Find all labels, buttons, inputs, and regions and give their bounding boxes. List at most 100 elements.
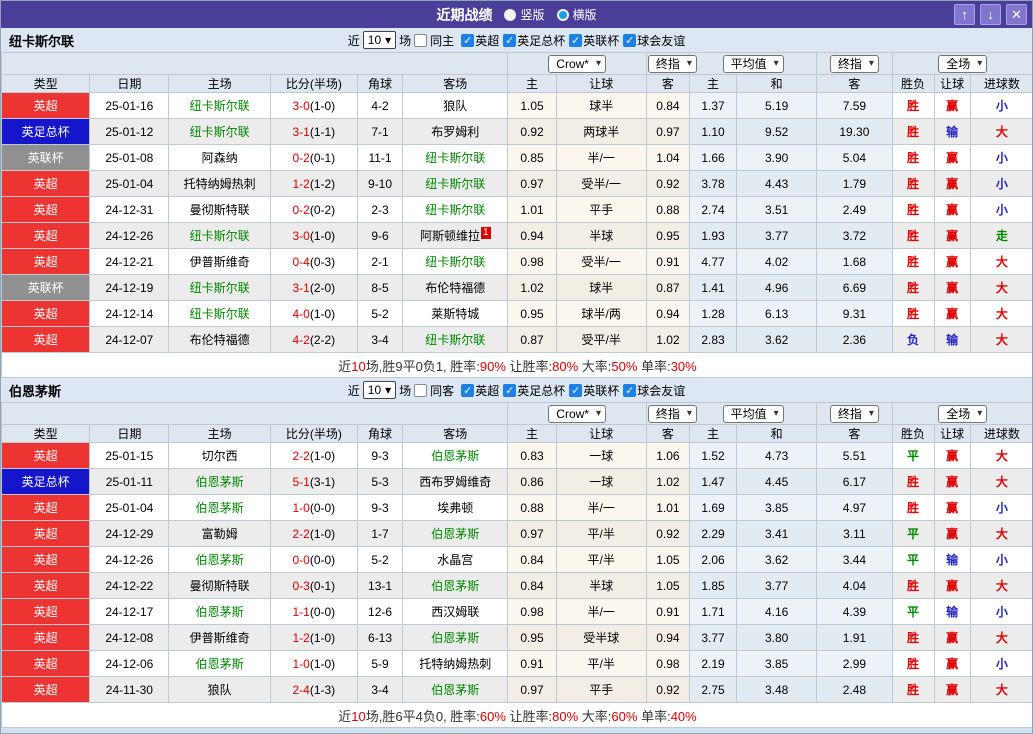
league-checkbox[interactable]: ✓ [623,34,636,47]
handicap-result: 赢 [934,275,970,301]
col-away: 客场 [403,425,508,443]
chevron-down-icon: ▾ [869,58,874,69]
bookmaker-select[interactable]: Crow*▾ [548,55,606,73]
halftime-score: (1-0) [310,657,335,671]
games-label: 场 [399,32,411,49]
fulltime-score: 2-2 [293,527,310,541]
asia-handicap: 平手 [556,677,646,703]
same-away-checkbox[interactable] [414,384,427,397]
euro-home-odds: 2.06 [689,547,736,573]
layout-horizontal-radio[interactable]: 横版 [557,6,597,23]
titlebar: 近期战绩 竖版 横版 ↑ ↓ ✕ [1,1,1032,28]
goals-result: 小 [970,547,1033,573]
goals-result: 小 [970,599,1033,625]
euro-away-odds: 9.31 [817,301,892,327]
goals-result: 小 [970,93,1033,119]
summary-segment: 让胜率: [506,709,552,724]
asia-away-odds: 0.87 [646,275,689,301]
close-button[interactable]: ✕ [1006,4,1027,25]
match-count-select[interactable]: 10 ▾ [363,381,396,399]
corner-score: 5-2 [357,301,402,327]
bookmaker-select[interactable]: Crow*▾ [548,405,606,423]
section-newcastle: 纽卡斯尔联 近 10 ▾ 场 同主 ✓英超✓英足总杯✓英联杯✓球会友谊 [1,28,1032,378]
euro-draw-odds: 3.62 [737,327,817,353]
euro-away-odds: 5.04 [817,145,892,171]
league-checkbox[interactable]: ✓ [503,34,516,47]
league-type-badge: 英超 [2,651,90,677]
euro-draw-odds: 3.85 [737,651,817,677]
away-team: 伯恩茅斯 [403,573,508,599]
asia-away-odds: 0.94 [646,301,689,327]
fulltime-score: 5-1 [293,475,310,489]
score: 3-1(2-0) [270,275,357,301]
match-row: 英超24-12-22曼彻斯特联0-3(0-1)13-1伯恩茅斯0.84半球1.0… [2,573,1033,599]
goals-result: 大 [970,119,1033,145]
halftime-score: (0-1) [310,579,335,593]
league-checkbox[interactable]: ✓ [461,34,474,47]
move-down-button[interactable]: ↓ [980,4,1001,25]
away-team: 水晶宫 [403,547,508,573]
away-team: 西布罗姆维奇 [403,469,508,495]
summary-segment: 场,胜6平4负0, 胜率: [366,709,480,724]
league-checkbox[interactable]: ✓ [569,34,582,47]
euro-away-odds: 2.49 [817,197,892,223]
fulltime-score: 1-2 [293,177,310,191]
asia-home-odds: 0.86 [508,469,556,495]
match-row: 英联杯25-01-08阿森纳0-2(0-1)11-1纽卡斯尔联0.85半/一1.… [2,145,1033,171]
average-select[interactable]: 平均值▾ [723,55,784,73]
col-away: 客场 [403,75,508,93]
final-euro-select[interactable]: 终指▾ [830,55,879,73]
matches-table-bournemouth: Crow*▾ 终指▾ 平均值▾ 终指▾ 全场▾ 类 [1,402,1033,728]
league-checkbox[interactable]: ✓ [623,384,636,397]
match-count-select[interactable]: 10 ▾ [363,31,396,49]
final-asia-select[interactable]: 终指▾ [648,405,697,423]
asia-home-odds: 0.98 [508,599,556,625]
asia-home-odds: 1.02 [508,275,556,301]
close-icon: ✕ [1011,7,1022,22]
league-type-badge: 英超 [2,677,90,703]
scope-select[interactable]: 全场▾ [938,405,987,423]
halftime-score: (2-2) [310,333,335,347]
layout-vertical-radio[interactable]: 竖版 [504,6,544,23]
move-up-button[interactable]: ↑ [954,4,975,25]
asia-handicap: 半/一 [556,599,646,625]
league-type-badge: 英超 [2,495,90,521]
handicap-result: 赢 [934,495,970,521]
league-checkbox[interactable]: ✓ [569,384,582,397]
corner-score: 9-3 [357,443,402,469]
away-team: 纽卡斯尔联 [403,249,508,275]
euro-draw-odds: 4.16 [737,599,817,625]
final-asia-select[interactable]: 终指▾ [648,55,697,73]
away-team: 狼队 [403,93,508,119]
euro-away-odds: 1.91 [817,625,892,651]
corner-score: 6-13 [357,625,402,651]
summary-segment: 近 [338,709,351,724]
score: 3-1(1-1) [270,119,357,145]
euro-draw-odds: 3.62 [737,547,817,573]
match-row: 英联杯24-12-19纽卡斯尔联3-1(2-0)8-5布伦特福德1.02球半0.… [2,275,1033,301]
goals-result: 大 [970,677,1033,703]
matches-body: 英超25-01-15切尔西2-2(1-0)9-3伯恩茅斯0.83一球1.061.… [2,443,1033,703]
league-checkbox[interactable]: ✓ [461,384,474,397]
league-checkbox[interactable]: ✓ [503,384,516,397]
odds-source-header-row: Crow*▾ 终指▾ 平均值▾ 终指▾ 全场▾ [2,403,1033,425]
home-team: 曼彻斯特联 [169,573,270,599]
same-home-checkbox[interactable] [414,34,427,47]
euro-draw-odds: 4.43 [737,171,817,197]
away-team: 布伦特福德 [403,275,508,301]
halftime-score: (1-2) [310,177,335,191]
scope-select[interactable]: 全场▾ [938,55,987,73]
home-team: 托特纳姆热刺 [169,171,270,197]
match-date: 24-11-30 [90,677,169,703]
euro-away-odds: 1.68 [817,249,892,275]
average-header-cell: 平均值▾ [689,53,816,75]
asia-away-odds: 1.06 [646,443,689,469]
average-select[interactable]: 平均值▾ [723,405,784,423]
goals-result: 小 [970,171,1033,197]
score: 2-4(1-3) [270,677,357,703]
euro-draw-odds: 3.51 [737,197,817,223]
final-euro-select[interactable]: 终指▾ [830,405,879,423]
euro-home-odds: 2.29 [689,521,736,547]
final-asia-header-cell: 终指▾ [646,53,689,75]
final-euro-header-cell: 终指▾ [817,53,892,75]
